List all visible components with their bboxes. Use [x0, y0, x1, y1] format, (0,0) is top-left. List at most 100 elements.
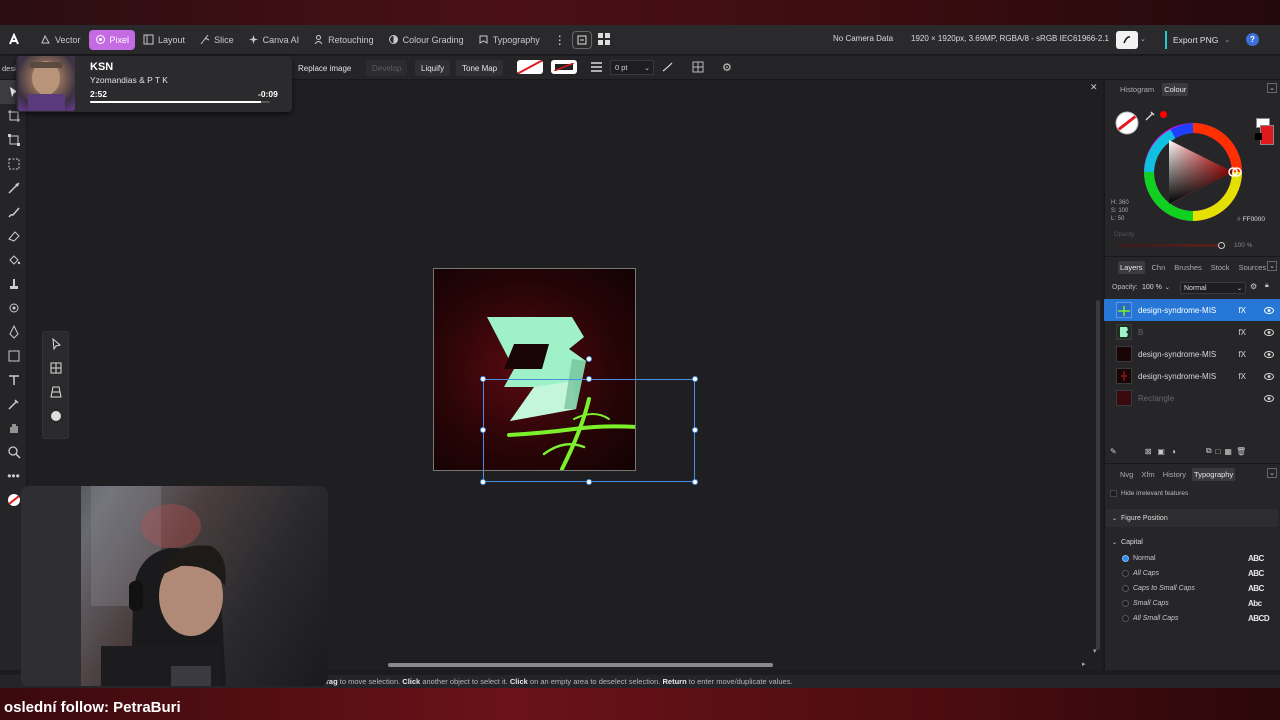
swap-colours-icon[interactable]	[1255, 133, 1262, 140]
liquify-button[interactable]: Liquify	[415, 60, 451, 76]
close-document-icon[interactable]: ✕	[1090, 82, 1098, 93]
selection-handle[interactable]	[586, 376, 592, 382]
retouch-icon[interactable]	[0, 296, 27, 320]
clone-stamp-icon[interactable]	[0, 272, 27, 296]
rectangle-tool-icon[interactable]	[0, 344, 27, 368]
capital-section[interactable]: ⌄ Capital	[1106, 533, 1278, 551]
persona-slice[interactable]: Slice	[193, 30, 240, 50]
tab-colour[interactable]: Colour	[1162, 83, 1189, 96]
fx-icon[interactable]: fX	[1238, 306, 1246, 315]
horizontal-scrollbar[interactable]	[388, 663, 773, 667]
delete-layer-icon[interactable]: 🗑︎	[1236, 447, 1246, 456]
persona-layout[interactable]: Layout	[137, 30, 191, 50]
panel-menu-icon[interactable]: ⌄	[1267, 83, 1277, 93]
layer-row[interactable]: design-syndrome-MIS fX	[1104, 365, 1280, 387]
selection-handle[interactable]	[586, 479, 592, 485]
tab-histogram[interactable]: Histogram	[1118, 83, 1156, 96]
tab-history[interactable]: History	[1161, 468, 1188, 481]
replace-image-button[interactable]: Replace image	[292, 60, 357, 76]
visibility-eye-icon[interactable]	[1264, 328, 1274, 336]
eyedropper-icon[interactable]	[0, 392, 27, 416]
eraser-icon[interactable]	[0, 224, 27, 248]
tab-navigator[interactable]: Nvg	[1118, 468, 1135, 481]
opacity-slider-knob[interactable]	[1218, 242, 1225, 249]
scroll-right-icon[interactable]: ▸	[1082, 660, 1086, 668]
persona-vector[interactable]: Vector	[34, 30, 87, 50]
panel-menu-icon[interactable]: ⌄	[1267, 261, 1277, 271]
eyedropper-icon[interactable]	[1145, 109, 1157, 121]
visibility-eye-icon[interactable]	[1264, 306, 1274, 314]
layer-row[interactable]: Rectangle	[1104, 387, 1280, 409]
context-toolbar-toggle-icon[interactable]	[571, 30, 592, 49]
new-layer-icon[interactable]: □	[1216, 447, 1221, 456]
selection-handle[interactable]	[480, 376, 486, 382]
vertical-scrollbar[interactable]	[1096, 300, 1100, 650]
selection-handle[interactable]	[480, 479, 486, 485]
figure-position-section[interactable]: ⌄ Figure Position	[1106, 509, 1278, 527]
more-tools-icon[interactable]: •••	[0, 464, 27, 488]
snapping-button[interactable]	[1116, 31, 1138, 49]
background-colour-swatch[interactable]	[1260, 125, 1274, 145]
persona-canva-ai[interactable]: Canva AI	[242, 30, 306, 50]
tab-stock[interactable]: Stock	[1209, 261, 1232, 274]
puzzle-icon[interactable]	[43, 404, 68, 428]
hand-tool-icon[interactable]	[0, 416, 27, 440]
persona-typography[interactable]: Typography	[472, 30, 546, 50]
tab-sources[interactable]: Sources	[1237, 261, 1269, 274]
tab-transform[interactable]: Xfm	[1139, 468, 1156, 481]
document-tab-label[interactable]: desi	[2, 64, 16, 73]
fill-swatch-icon[interactable]	[517, 60, 543, 74]
stroke-width-field[interactable]: 0 pt ⌄	[610, 60, 654, 75]
mesh-warp-icon[interactable]	[43, 356, 68, 380]
paint-brush-icon[interactable]	[0, 200, 27, 224]
visibility-eye-icon[interactable]	[1264, 372, 1274, 380]
layer-row[interactable]: design-syndrome-MIS fX	[1104, 343, 1280, 365]
edit-layer-icon[interactable]: ✎	[1110, 447, 1117, 456]
merge-icon[interactable]: ▦	[1224, 447, 1232, 456]
align-icon[interactable]	[692, 61, 704, 73]
selection-brush-icon[interactable]	[0, 176, 27, 200]
layer-row[interactable]: B fX	[1104, 321, 1280, 343]
tab-typography[interactable]: Typography	[1192, 468, 1236, 481]
fx-layer-icon[interactable]: ⊠	[1145, 447, 1152, 456]
adjustment-icon[interactable]: ◑	[1171, 447, 1176, 456]
capital-option[interactable]: Caps to Small Caps	[1122, 585, 1195, 592]
develop-button[interactable]: Develop	[366, 60, 408, 76]
add-group-icon[interactable]: ⧉	[1206, 446, 1212, 456]
text-tool-icon[interactable]	[0, 368, 27, 392]
app-logo-icon[interactable]	[0, 32, 28, 47]
opacity-value[interactable]: 100 %	[1234, 242, 1252, 249]
capital-option[interactable]: All Caps	[1122, 570, 1159, 577]
persona-retouching[interactable]: Retouching	[307, 30, 380, 50]
layer-row[interactable]: design-syndrome-MIS fX	[1104, 299, 1280, 321]
visibility-eye-icon[interactable]	[1264, 350, 1274, 358]
selection-handle[interactable]	[692, 479, 698, 485]
rotation-handle[interactable]	[586, 356, 592, 362]
selection-handle[interactable]	[480, 427, 486, 433]
selection-bounding-box[interactable]	[483, 379, 695, 482]
persona-pixel[interactable]: Pixel	[88, 29, 136, 50]
tab-layers[interactable]: Layers	[1118, 261, 1145, 274]
more-menu-icon[interactable]: ⋮	[554, 33, 566, 47]
layer-settings-gear-icon[interactable]: ⚙	[1250, 282, 1257, 291]
mask-icon[interactable]: ▣	[1157, 447, 1165, 456]
right-panel-scroll-down-icon[interactable]: ▾	[1093, 647, 1097, 655]
capital-option[interactable]: All Small Caps	[1122, 615, 1179, 622]
fx-icon[interactable]: fX	[1238, 328, 1246, 337]
fx-icon[interactable]: fX	[1238, 350, 1246, 359]
marquee-tool-icon[interactable]	[0, 152, 27, 176]
pen-tool-icon[interactable]	[0, 320, 27, 344]
panel-menu-icon[interactable]: ⌄	[1267, 468, 1277, 478]
transform-tool-icon[interactable]	[0, 128, 27, 152]
layer-opacity-field[interactable]: 100 % ⌄	[1142, 282, 1176, 293]
lock-icon[interactable]: 🔒︎	[1265, 282, 1269, 290]
stroke-style-icon[interactable]	[591, 62, 602, 72]
hex-field[interactable]: # FF0000	[1237, 214, 1269, 224]
visibility-eye-icon[interactable]	[1264, 394, 1274, 402]
selection-handle[interactable]	[692, 376, 698, 382]
pointer-icon[interactable]	[43, 332, 68, 356]
hide-irrelevant-checkbox[interactable]: Hide irrelevant features	[1110, 490, 1188, 497]
perspective-icon[interactable]	[43, 380, 68, 404]
settings-gear-icon[interactable]: ⚙	[722, 61, 732, 74]
zoom-tool-icon[interactable]	[0, 440, 27, 464]
